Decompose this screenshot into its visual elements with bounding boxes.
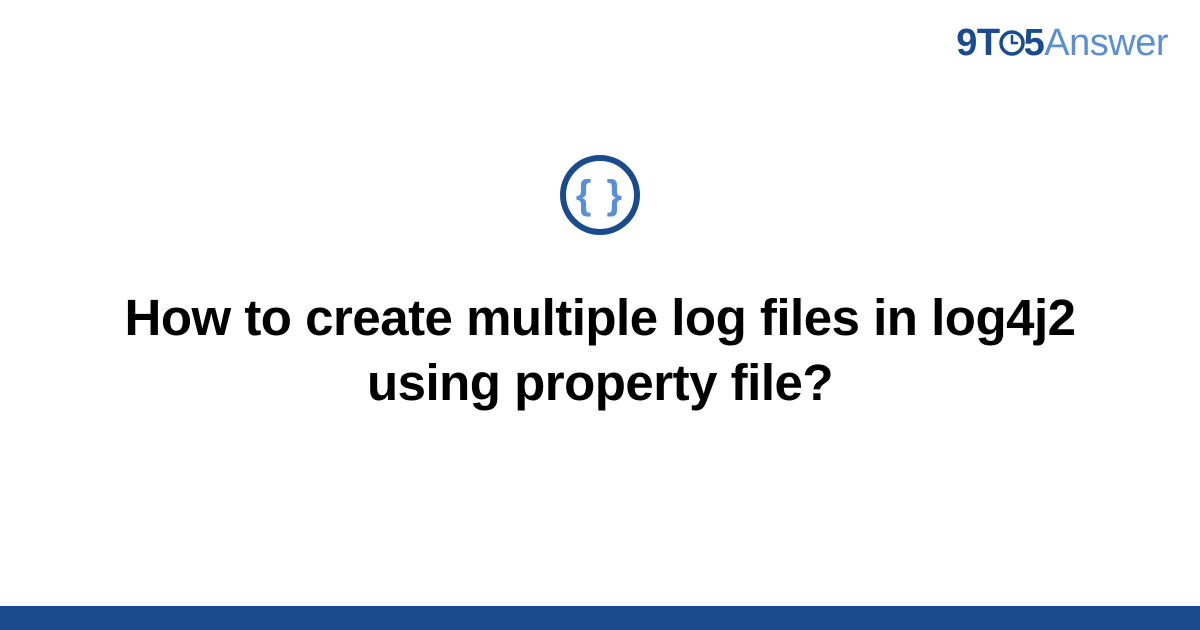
bottom-accent-bar [0, 606, 1200, 630]
braces-glyph: { } [576, 175, 624, 215]
question-title: How to create multiple log files in log4… [55, 285, 1145, 416]
main-content: { } How to create multiple log files in … [0, 0, 1200, 630]
code-braces-icon: { } [560, 155, 640, 235]
